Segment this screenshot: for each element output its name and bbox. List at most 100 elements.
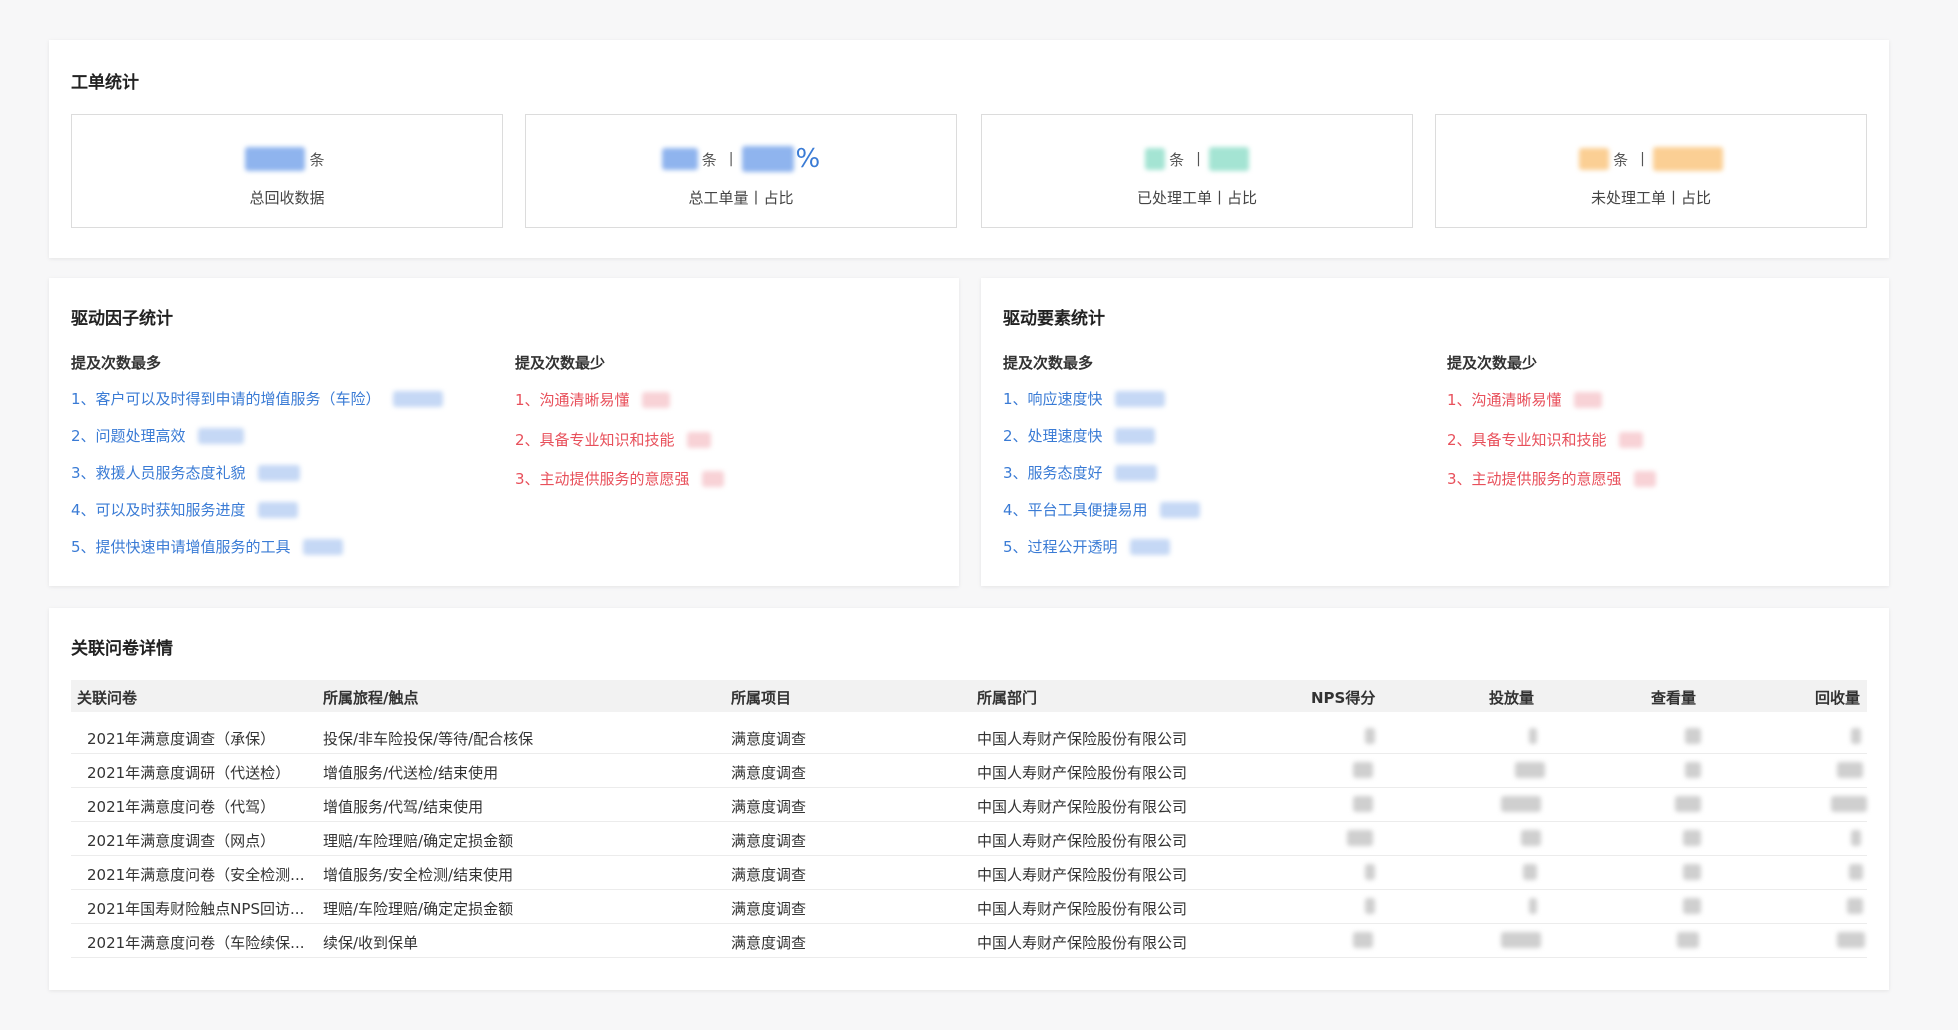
cell-journey: 增值服务/代驾/结束使用 bbox=[323, 798, 484, 816]
cell-nps-masked bbox=[1365, 898, 1375, 918]
cell-journey: 投保/非车险投保/等待/配合核保 bbox=[323, 730, 534, 748]
cell-department: 中国人寿财产保险股份有限公司 bbox=[977, 934, 1188, 952]
cell-distributed-masked bbox=[1501, 796, 1541, 816]
cell-collected-masked bbox=[1837, 762, 1863, 782]
cell-nps-masked bbox=[1365, 864, 1375, 884]
cell-project: 满意度调查 bbox=[731, 764, 807, 782]
element-most-item[interactable]: 3、服务态度好 bbox=[1003, 462, 1157, 483]
driving-elements-panel: 驱动要素统计 提及次数最多 提及次数最少 1、响应速度快 2、处理速度快 3、服… bbox=[981, 278, 1889, 586]
cell-collected-masked bbox=[1847, 898, 1863, 918]
cell-project: 满意度调查 bbox=[731, 798, 807, 816]
cell-nps-masked bbox=[1365, 728, 1375, 748]
most-mentioned-heading: 提及次数最多 bbox=[1003, 354, 1094, 372]
stat-card-total-tickets: 条 | % 总工单量丨占比 bbox=[525, 114, 957, 228]
table-row[interactable]: 2021年满意度调研（代送检） 增值服务/代送检/结束使用 满意度调查 中国人寿… bbox=[71, 754, 1867, 788]
cell-journey: 理赔/车险理赔/确定定损金额 bbox=[323, 900, 514, 918]
element-least-item[interactable]: 3、主动提供服务的意愿强 bbox=[1447, 468, 1656, 489]
count-masked bbox=[1573, 391, 1602, 408]
cell-project: 满意度调查 bbox=[731, 866, 807, 884]
stat-card-processed-tickets: 条 | 已处理工单丨占比 bbox=[981, 114, 1413, 228]
cell-collected-masked bbox=[1831, 796, 1867, 816]
cell-nps-masked bbox=[1353, 796, 1373, 816]
ticket-stats-panel: 工单统计 条 总回收数据 条 | % 总工单量丨占比 条 | 已处理工单丨占比 … bbox=[49, 40, 1889, 258]
count-masked bbox=[1114, 390, 1165, 407]
count-masked bbox=[1114, 464, 1157, 481]
stat-unit: 条 bbox=[701, 150, 717, 169]
cell-department: 中国人寿财产保险股份有限公司 bbox=[977, 866, 1188, 884]
stat-percent-sign: % bbox=[795, 144, 821, 174]
stat-value-masked bbox=[1145, 148, 1166, 170]
cell-department: 中国人寿财产保险股份有限公司 bbox=[977, 764, 1188, 782]
element-most-item[interactable]: 1、响应速度快 bbox=[1003, 388, 1165, 409]
factor-most-item[interactable]: 5、提供快速申请增值服务的工具 bbox=[71, 536, 343, 557]
factor-least-item[interactable]: 3、主动提供服务的意愿强 bbox=[515, 468, 724, 489]
element-most-item[interactable]: 5、过程公开透明 bbox=[1003, 536, 1170, 557]
table-row[interactable]: 2021年国寿财险触点NPS回访... 理赔/车险理赔/确定定损金额 满意度调查… bbox=[71, 890, 1867, 924]
count-masked bbox=[197, 427, 244, 444]
cell-distributed-masked bbox=[1521, 830, 1541, 850]
element-least-item[interactable]: 1、沟通清晰易懂 bbox=[1447, 389, 1602, 410]
ticket-stats-title: 工单统计 bbox=[71, 73, 139, 93]
cell-nps-masked bbox=[1347, 830, 1373, 850]
most-mentioned-heading: 提及次数最多 bbox=[71, 354, 162, 372]
cell-viewed-masked bbox=[1685, 728, 1701, 748]
cell-distributed-masked bbox=[1515, 762, 1545, 782]
cell-survey-name: 2021年满意度问卷（车险续保... bbox=[87, 934, 305, 952]
cell-project: 满意度调查 bbox=[731, 900, 807, 918]
cell-department: 中国人寿财产保险股份有限公司 bbox=[977, 730, 1188, 748]
element-most-item[interactable]: 4、平台工具便捷易用 bbox=[1003, 499, 1200, 520]
count-masked bbox=[392, 390, 443, 407]
stat-separator: | bbox=[1640, 151, 1645, 167]
factor-least-item[interactable]: 2、具备专业知识和技能 bbox=[515, 429, 711, 450]
stat-label: 未处理工单丨占比 bbox=[1590, 189, 1711, 207]
col-project: 所属项目 bbox=[731, 689, 792, 707]
cell-collected-masked bbox=[1849, 864, 1863, 884]
col-journey: 所属旅程/触点 bbox=[323, 689, 419, 707]
factor-most-item[interactable]: 4、可以及时获知服务进度 bbox=[71, 499, 298, 520]
stat-label: 已处理工单丨占比 bbox=[1136, 189, 1257, 207]
cell-journey: 增值服务/代送检/结束使用 bbox=[323, 764, 499, 782]
cell-journey: 增值服务/安全检测/结束使用 bbox=[323, 866, 514, 884]
table-row[interactable]: 2021年满意度问卷（代驾） 增值服务/代驾/结束使用 满意度调查 中国人寿财产… bbox=[71, 788, 1867, 822]
cell-survey-name: 2021年满意度调查（承保） bbox=[87, 730, 276, 748]
cell-department: 中国人寿财产保险股份有限公司 bbox=[977, 832, 1188, 850]
count-masked bbox=[1159, 501, 1200, 518]
count-masked bbox=[302, 538, 343, 555]
cell-viewed-masked bbox=[1675, 796, 1701, 816]
stat-unit: 条 bbox=[1169, 150, 1185, 169]
cell-department: 中国人寿财产保险股份有限公司 bbox=[977, 900, 1188, 918]
cell-collected-masked bbox=[1851, 830, 1861, 850]
cell-viewed-masked bbox=[1683, 898, 1701, 918]
col-department: 所属部门 bbox=[977, 689, 1038, 707]
stat-unit: 条 bbox=[1613, 150, 1629, 169]
cell-project: 满意度调查 bbox=[731, 832, 807, 850]
count-masked bbox=[1114, 427, 1155, 444]
table-header: 关联问卷 所属旅程/触点 所属项目 所属部门 NPS得分 投放量 查看量 回收量 bbox=[71, 680, 1867, 712]
factor-least-item[interactable]: 1、沟通清晰易懂 bbox=[515, 389, 670, 410]
stat-card-unprocessed-tickets: 条 | 未处理工单丨占比 bbox=[1435, 114, 1867, 228]
factor-most-item[interactable]: 3、救援人员服务态度礼貌 bbox=[71, 462, 300, 483]
least-mentioned-heading: 提及次数最少 bbox=[1447, 354, 1538, 372]
driving-elements-title: 驱动要素统计 bbox=[1003, 309, 1105, 329]
col-collected: 回收量 bbox=[1815, 689, 1861, 707]
stat-value-masked bbox=[1579, 148, 1610, 170]
cell-project: 满意度调查 bbox=[731, 730, 807, 748]
stat-label: 总回收数据 bbox=[249, 189, 325, 207]
stat-separator: | bbox=[728, 151, 734, 167]
stat-card-total-recovered: 条 总回收数据 bbox=[71, 114, 503, 228]
stat-percent-masked bbox=[1208, 147, 1249, 171]
table-row[interactable]: 2021年满意度问卷（安全检测... 增值服务/安全检测/结束使用 满意度调查 … bbox=[71, 856, 1867, 890]
count-masked bbox=[257, 501, 298, 518]
element-least-item[interactable]: 2、具备专业知识和技能 bbox=[1447, 429, 1643, 450]
table-row[interactable]: 2021年满意度问卷（车险续保... 续保/收到保单 满意度调查 中国人寿财产保… bbox=[71, 924, 1867, 958]
table-row[interactable]: 2021年满意度调查（承保） 投保/非车险投保/等待/配合核保 满意度调查 中国… bbox=[71, 720, 1867, 754]
count-masked bbox=[1618, 431, 1643, 448]
stat-separator: | bbox=[1196, 151, 1201, 167]
factor-most-item[interactable]: 1、客户可以及时得到申请的增值服务（车险） bbox=[71, 388, 443, 409]
element-most-item[interactable]: 2、处理速度快 bbox=[1003, 425, 1155, 446]
count-masked bbox=[1129, 538, 1170, 555]
col-distributed: 投放量 bbox=[1489, 689, 1535, 707]
cell-viewed-masked bbox=[1683, 830, 1701, 850]
factor-most-item[interactable]: 2、问题处理高效 bbox=[71, 425, 244, 446]
table-row[interactable]: 2021年满意度调查（网点） 理赔/车险理赔/确定定损金额 满意度调查 中国人寿… bbox=[71, 822, 1867, 856]
